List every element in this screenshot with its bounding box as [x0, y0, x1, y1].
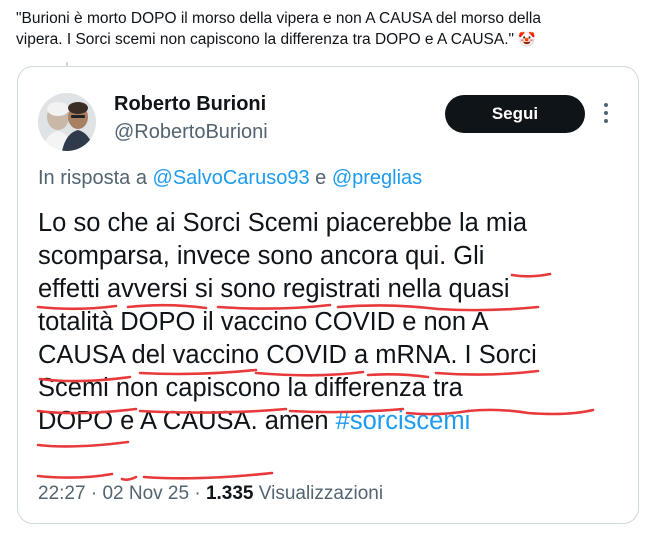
separator: ·: [90, 483, 98, 504]
tweet-line: Scemi non capiscono la differenza tra: [38, 374, 463, 402]
tweet-line: Lo so che ai Sorci Scemi piacerebbe la m…: [38, 209, 527, 237]
tweet-metadata: 22:27 · 02 Nov 25 · 1.335 Visualizzazion…: [38, 483, 383, 505]
tweet-line: scomparsa, invece sono ancora qui. Gli: [38, 242, 485, 270]
tweet-line: totalità DOPO il vaccino COVID e non A: [38, 308, 489, 336]
separator: ·: [194, 483, 201, 504]
tweet-line: CAUSA del vaccino COVID a mRNA. I Sorci: [38, 341, 537, 369]
clown-face-icon: 🤡: [518, 31, 536, 47]
tweet-time[interactable]: 22:27: [38, 483, 86, 504]
reply-context: In risposta a @SalvoCaruso93 e @preglias: [38, 167, 422, 190]
follow-button[interactable]: Segui: [445, 95, 585, 133]
more-vertical-icon[interactable]: [602, 103, 610, 127]
caption-line-1: "Burioni è morto DOPO il morso della vip…: [16, 10, 541, 27]
tweet-text: Lo so che ai Sorci Scemi piacerebbe la m…: [38, 207, 628, 438]
avatar[interactable]: [38, 93, 96, 151]
quoted-tweet-card[interactable]: Roberto Burioni @RobertoBurioni Segui In…: [17, 66, 639, 524]
reply-mention-2[interactable]: @preglias: [332, 167, 422, 189]
reply-conjunction: e: [315, 167, 327, 189]
tweet-line: effetti avversi si sono registrati nella…: [38, 275, 510, 303]
caption-line-2-text: vipera. I Sorci scemi non capiscono la d…: [16, 31, 514, 48]
reply-prefix: In risposta a: [38, 167, 147, 189]
hashtag-link[interactable]: #sorciscemi: [336, 407, 471, 435]
tweet-line: DOPO e A CAUSA. amen: [38, 407, 329, 435]
tweet-line-last: DOPO e A CAUSA. amen #sorciscemi: [38, 405, 628, 438]
views-label: Visualizzazioni: [258, 483, 384, 504]
post-caption: "Burioni è morto DOPO il morso della vip…: [16, 8, 656, 50]
author-name[interactable]: Roberto Burioni: [114, 93, 266, 116]
reply-mention-1[interactable]: @SalvoCaruso93: [153, 167, 310, 189]
caption-line-2: vipera. I Sorci scemi non capiscono la d…: [16, 29, 656, 50]
author-handle[interactable]: @RobertoBurioni: [114, 121, 268, 144]
tweet-date[interactable]: 02 Nov 25: [102, 483, 189, 504]
views-count: 1.335: [205, 483, 254, 504]
